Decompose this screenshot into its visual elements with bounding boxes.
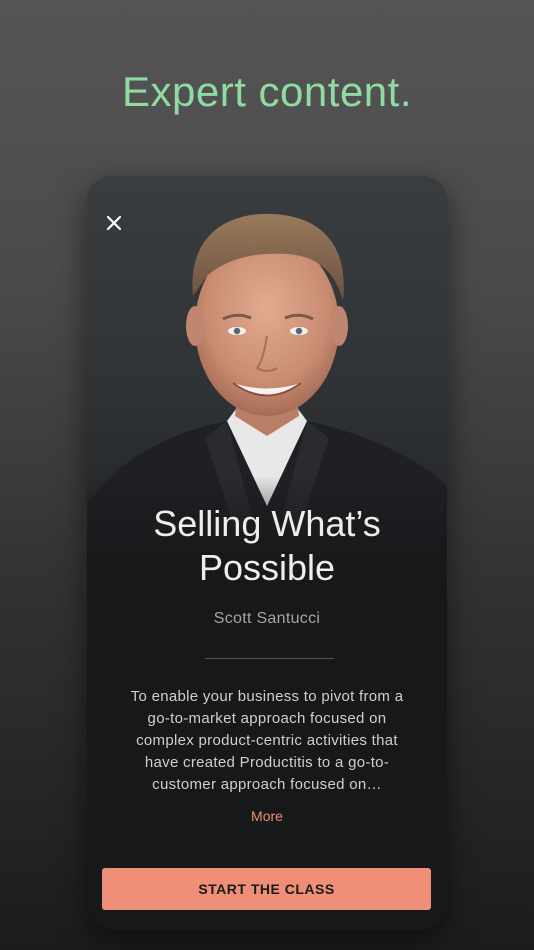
instructor-name: Scott Santucci: [213, 610, 321, 627]
close-button[interactable]: [101, 210, 127, 236]
class-card: Selling What’s Possible Scott Santucci T…: [87, 176, 447, 930]
class-description: To enable your business to pivot from a …: [130, 688, 404, 793]
class-title: Selling What’s Possible: [153, 503, 381, 588]
page-headline: Expert content.: [122, 68, 412, 115]
divider: [205, 658, 334, 659]
close-icon: [106, 215, 122, 231]
start-class-button[interactable]: START THE CLASS: [102, 868, 431, 910]
more-link[interactable]: More: [87, 808, 447, 824]
